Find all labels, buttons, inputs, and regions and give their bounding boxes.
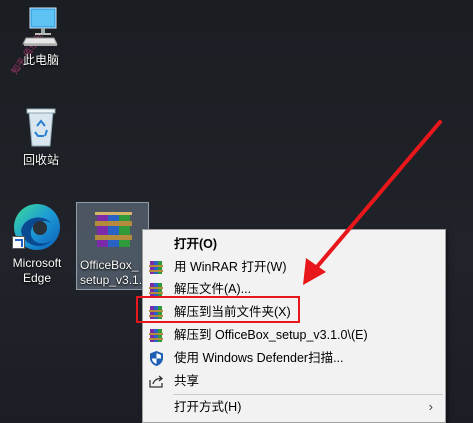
annotation-arrow-icon [303, 120, 442, 285]
